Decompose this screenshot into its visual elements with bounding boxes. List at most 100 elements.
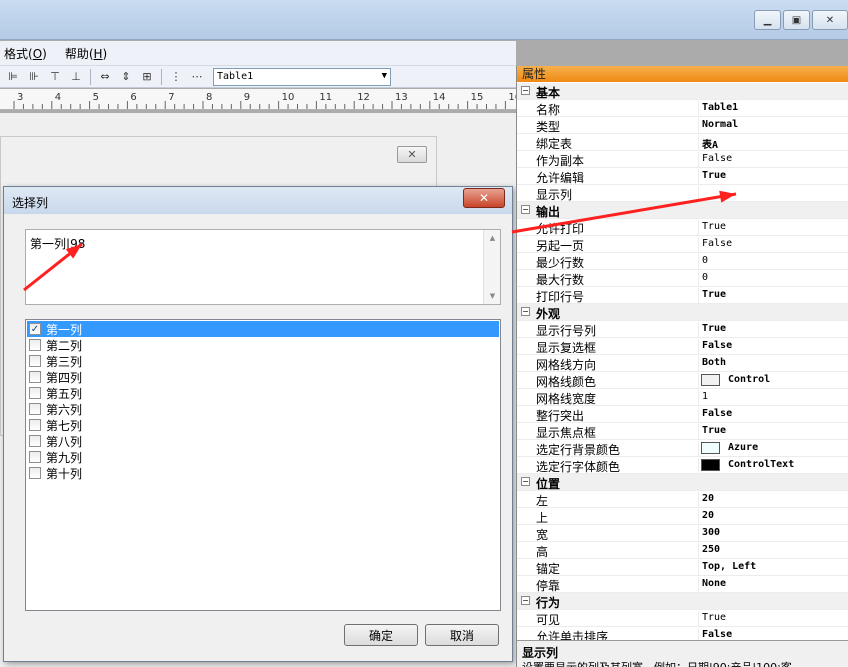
property-row[interactable]: 显示行号列 True (517, 321, 848, 338)
property-row[interactable]: 停靠 None (517, 576, 848, 593)
column-checkbox[interactable] (29, 339, 41, 351)
column-checkbox[interactable] (29, 451, 41, 463)
control-selector-combo[interactable]: Table1 ▼ (213, 67, 391, 86)
property-row[interactable]: 显示列 (517, 185, 848, 202)
property-value[interactable]: True (702, 289, 726, 300)
column-list-item[interactable]: 第二列 (27, 337, 499, 353)
property-row[interactable]: 作为副本 False (517, 151, 848, 168)
property-value[interactable]: 0 (702, 272, 708, 283)
property-row[interactable]: 选定行背景颜色 Azure (517, 440, 848, 457)
property-row[interactable]: 选定行字体颜色 ControlText (517, 457, 848, 474)
property-value[interactable]: True (702, 221, 726, 232)
same-width-icon[interactable]: ⇔ (96, 69, 114, 85)
minimize-button[interactable]: ▁ (754, 10, 781, 30)
column-checkbox[interactable] (29, 371, 41, 383)
property-value[interactable]: Both (702, 357, 726, 368)
property-value[interactable]: 250 (702, 544, 720, 555)
property-value[interactable]: 20 (702, 510, 714, 521)
horizontal-spacing-icon[interactable]: ⋯ (188, 69, 206, 85)
property-row[interactable]: 名称 Table1 (517, 100, 848, 117)
column-checkbox[interactable] (29, 419, 41, 431)
same-size-icon[interactable]: ⊞ (138, 69, 156, 85)
property-value[interactable]: True (702, 170, 726, 181)
align-right-icon[interactable]: ⊪ (25, 69, 43, 85)
column-checkbox[interactable] (29, 403, 41, 415)
align-top-icon[interactable]: ⊤ (46, 69, 64, 85)
property-category[interactable]: − 基本 (517, 83, 848, 100)
property-row[interactable]: 允许打印 True (517, 219, 848, 236)
property-value[interactable]: 1 (702, 391, 708, 402)
property-row[interactable]: 可见 True (517, 610, 848, 627)
property-category[interactable]: − 输出 (517, 202, 848, 219)
column-checkbox[interactable] (29, 355, 41, 367)
property-value[interactable]: Normal (702, 119, 738, 130)
property-row[interactable]: 允许编辑 True (517, 168, 848, 185)
property-row[interactable]: 最大行数 0 (517, 270, 848, 287)
collapse-icon[interactable]: − (521, 477, 530, 486)
column-checkbox[interactable]: ✓ (29, 323, 41, 335)
property-value[interactable]: Control (728, 374, 770, 385)
property-row[interactable]: 网格线方向 Both (517, 355, 848, 372)
column-list-item[interactable]: ✓ 第一列 (27, 321, 499, 337)
scroll-up-icon[interactable]: ▲ (484, 230, 501, 246)
column-list-item[interactable]: 第四列 (27, 369, 499, 385)
column-list-item[interactable]: 第十列 (27, 465, 499, 481)
menu-format[interactable]: 格式(O) (4, 45, 47, 62)
column-checkbox[interactable] (29, 387, 41, 399)
property-row[interactable]: 高 250 (517, 542, 848, 559)
column-checkbox[interactable] (29, 467, 41, 479)
property-row[interactable]: 上 20 (517, 508, 848, 525)
align-bottom-icon[interactable]: ⊥ (67, 69, 85, 85)
property-value[interactable]: False (702, 238, 732, 249)
column-list-item[interactable]: 第三列 (27, 353, 499, 369)
property-row[interactable]: 宽 300 (517, 525, 848, 542)
scroll-down-icon[interactable]: ▼ (484, 288, 501, 304)
property-value[interactable]: None (702, 578, 726, 589)
property-value[interactable]: ControlText (728, 459, 794, 470)
property-value[interactable]: True (702, 323, 726, 334)
column-list-item[interactable]: 第五列 (27, 385, 499, 401)
property-row[interactable]: 网格线颜色 Control (517, 372, 848, 389)
restore-button[interactable]: ▣ (783, 10, 810, 30)
text-scrollbar[interactable]: ▲ ▼ (483, 230, 500, 304)
collapse-icon[interactable]: − (521, 596, 530, 605)
property-row[interactable]: 显示复选框 False (517, 338, 848, 355)
property-row[interactable]: 左 20 (517, 491, 848, 508)
column-list-item[interactable]: 第七列 (27, 417, 499, 433)
same-height-icon[interactable]: ⇕ (117, 69, 135, 85)
property-value[interactable]: False (702, 153, 732, 164)
menu-help[interactable]: 帮助(H) (65, 45, 107, 62)
collapse-icon[interactable]: − (521, 205, 530, 214)
align-left-icon[interactable]: ⊫ (4, 69, 22, 85)
close-button[interactable]: ✕ (812, 10, 848, 30)
columns-text-input[interactable]: 第一列|98 ▲ ▼ (25, 229, 501, 305)
property-value[interactable]: 20 (702, 493, 714, 504)
collapse-icon[interactable]: − (521, 86, 530, 95)
property-value[interactable]: False (702, 340, 732, 351)
property-row[interactable]: 另起一页 False (517, 236, 848, 253)
property-row[interactable]: 整行突出 False (517, 406, 848, 423)
ok-button[interactable]: 确定 (344, 624, 418, 646)
collapse-icon[interactable]: − (521, 307, 530, 316)
column-list-item[interactable]: 第六列 (27, 401, 499, 417)
property-value[interactable]: 300 (702, 527, 720, 538)
cancel-button[interactable]: 取消 (425, 624, 499, 646)
property-value[interactable]: True (702, 425, 726, 436)
property-category[interactable]: − 位置 (517, 474, 848, 491)
property-value[interactable]: Table1 (702, 102, 738, 113)
property-row[interactable]: 显示焦点框 True (517, 423, 848, 440)
property-value[interactable]: True (702, 612, 726, 623)
property-category[interactable]: − 外观 (517, 304, 848, 321)
property-row[interactable]: 网格线宽度 1 (517, 389, 848, 406)
dialog-close-button[interactable]: ✕ (463, 188, 505, 208)
property-category[interactable]: − 行为 (517, 593, 848, 610)
column-list-item[interactable]: 第九列 (27, 449, 499, 465)
property-row[interactable]: 最少行数 0 (517, 253, 848, 270)
property-value[interactable]: 0 (702, 255, 708, 266)
property-value[interactable]: Azure (728, 442, 758, 453)
vertical-spacing-icon[interactable]: ⋮ (167, 69, 185, 85)
property-row[interactable]: 绑定表 表A (517, 134, 848, 151)
column-checkbox[interactable] (29, 435, 41, 447)
property-row[interactable]: 锚定 Top, Left (517, 559, 848, 576)
column-list-item[interactable]: 第八列 (27, 433, 499, 449)
